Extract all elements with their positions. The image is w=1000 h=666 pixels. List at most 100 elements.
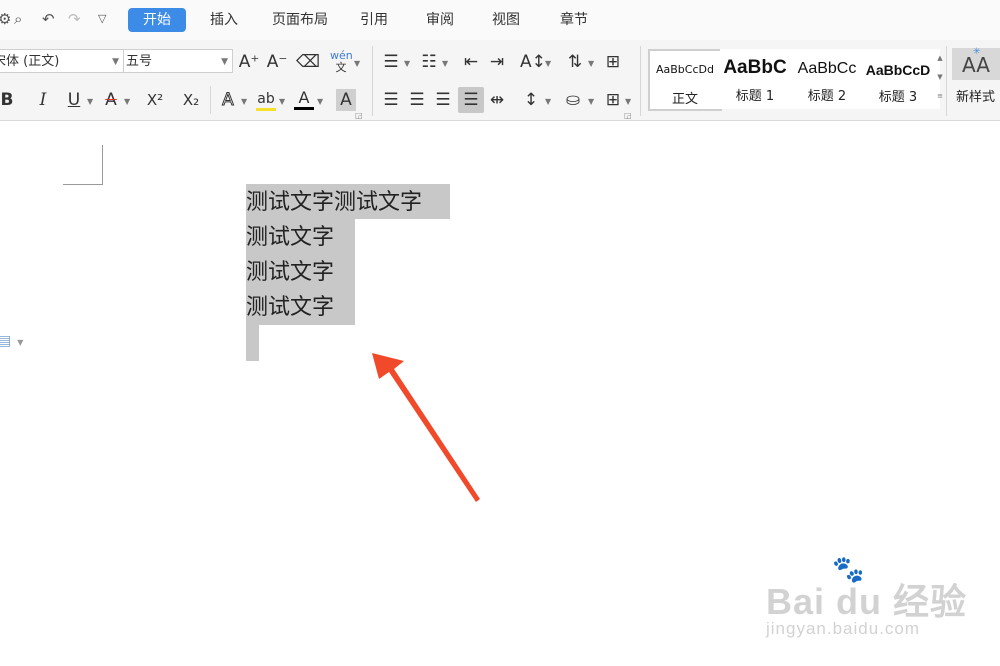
print-preview-icon[interactable]: ⌕	[14, 10, 22, 28]
style-heading-3[interactable]: AaBbCcD 标题 3	[863, 49, 933, 109]
shrink-font-button[interactable]: A⁻	[266, 50, 288, 74]
font-size-value: 五号	[126, 54, 153, 69]
line-spacing-button[interactable]: ↕	[520, 88, 542, 112]
tab-review[interactable]: 审阅	[416, 8, 464, 32]
superscript-button[interactable]: X²	[142, 88, 168, 112]
chevron-up-icon[interactable]: ▲	[937, 54, 942, 62]
text-effect-button[interactable]: A	[218, 88, 238, 112]
font-dialog-launcher-icon[interactable]: ◲	[355, 111, 363, 120]
style-heading-1[interactable]: AaBbC 标题 1	[720, 49, 790, 109]
document-canvas[interactable]: ▤ ▼ 测试文字测试文字 测试文字 测试文字 测试文字 Bai du 经验 🐾 j…	[0, 121, 1000, 666]
decrease-indent-icon: ⇤	[463, 52, 479, 72]
italic-button[interactable]: I	[34, 88, 52, 112]
font-size-select[interactable]: 五号 ▼	[123, 49, 233, 73]
chevron-down-icon[interactable]: ▼	[354, 59, 360, 68]
document-line[interactable]: 测试文字	[246, 221, 334, 254]
more-styles-icon[interactable]: ≡	[937, 92, 943, 100]
justify-button[interactable]: ☰	[458, 87, 484, 113]
character-shading-button[interactable]: A	[336, 89, 356, 111]
strikethrough-button[interactable]: A	[101, 88, 121, 112]
redo-icon[interactable]: ↷	[68, 10, 81, 28]
ribbon-toolbar: 宋体 (正文) ▼ 五号 ▼ A⁺ A⁻ ⌫ wén文 ▼ B I U ▼ A …	[0, 40, 1000, 121]
underline-button[interactable]: U	[64, 88, 84, 112]
style-preview: AaBbCc	[797, 60, 857, 77]
chevron-down-icon[interactable]: ▼	[625, 97, 631, 106]
clear-format-button[interactable]: ⌫	[296, 50, 320, 74]
tab-home[interactable]: 开始	[128, 8, 186, 32]
highlight-button[interactable]: ab	[256, 88, 276, 111]
document-line[interactable]: 测试文字测试文字	[246, 186, 422, 219]
paragraph-dialog-launcher-icon[interactable]: ◲	[624, 111, 632, 120]
gear-icon[interactable]: ⚙	[0, 10, 11, 28]
align-right-button[interactable]: ☰	[432, 88, 454, 112]
chevron-down-icon[interactable]: ▼	[545, 97, 551, 106]
chevron-down-icon[interactable]: ▼	[241, 97, 247, 106]
chevron-down-icon[interactable]: ▼	[442, 59, 448, 68]
toolbar-divider	[946, 46, 947, 116]
borders-button[interactable]: ⊞	[602, 88, 624, 112]
text-direction-button[interactable]: A↕	[520, 50, 546, 74]
columns-button[interactable]: ⊞	[602, 50, 624, 74]
chevron-down-icon[interactable]: ▼	[124, 97, 130, 106]
distributed-align-icon: ⇹	[489, 90, 505, 110]
paste-options-button[interactable]: ▤ ▼	[0, 333, 23, 349]
decrease-indent-button[interactable]: ⇤	[460, 50, 482, 74]
line-spacing-icon: ↕	[523, 90, 539, 110]
chevron-down-icon[interactable]: ▼	[937, 73, 942, 81]
chevron-down-icon: ▼	[112, 57, 119, 67]
sparkle-icon: ✳	[973, 47, 981, 57]
paw-icon: 🐾	[832, 554, 865, 584]
font-color-bar	[294, 107, 314, 110]
paragraph-shading-button[interactable]: ⛀	[562, 88, 584, 112]
distributed-align-button[interactable]: ⇹	[486, 88, 508, 112]
style-gallery-scroll[interactable]: ▲ ▼ ≡	[934, 49, 946, 109]
bold-button[interactable]: B	[0, 88, 14, 112]
menu-tab-bar: ⚙ ⌕ ↶ ↷ ▽ 开始 插入 页面布局 引用 审阅 视图 章节	[0, 0, 1000, 40]
tab-view[interactable]: 视图	[482, 8, 530, 32]
align-center-button[interactable]: ☰	[406, 88, 428, 112]
eraser-icon: ⌫	[296, 52, 321, 72]
borders-icon: ⊞	[605, 90, 621, 110]
chevron-down-icon: ▼	[17, 338, 24, 347]
numbered-list-button[interactable]: ☷	[418, 50, 440, 74]
bullet-list-icon: ☰	[383, 52, 399, 72]
chevron-down-icon[interactable]: ▼	[317, 97, 323, 106]
new-style-button[interactable]: ✳ AA 新样式	[952, 47, 1000, 112]
sort-button[interactable]: ⇅	[564, 50, 586, 74]
pinyin-char: 文	[335, 61, 347, 74]
align-left-button[interactable]: ☰	[380, 88, 402, 112]
baidu-watermark-logo: Bai du 经验	[766, 581, 968, 622]
chevron-down-icon[interactable]: ▼	[87, 97, 93, 106]
subscript-button[interactable]: X₂	[178, 88, 204, 112]
tab-references[interactable]: 引用	[350, 8, 398, 32]
chevron-down-icon[interactable]: ▼	[404, 59, 410, 68]
style-preview: AaBbCcDd	[656, 63, 714, 76]
chevron-down-icon[interactable]: ▼	[279, 97, 285, 106]
pinyin-guide-button[interactable]: wén 文	[330, 50, 353, 74]
numbered-list-icon: ☷	[421, 52, 437, 72]
undo-icon[interactable]: ↶	[42, 10, 55, 28]
font-name-value: 宋体 (正文)	[0, 54, 60, 69]
chevron-down-icon[interactable]: ▼	[545, 59, 551, 68]
document-line[interactable]: 测试文字	[246, 256, 334, 289]
tab-insert[interactable]: 插入	[200, 8, 248, 32]
grow-font-button[interactable]: A⁺	[238, 50, 260, 74]
tab-page-layout[interactable]: 页面布局	[262, 8, 338, 32]
style-heading-2[interactable]: AaBbCc 标题 2	[792, 49, 862, 109]
arrow-icon	[372, 353, 480, 502]
bullet-list-button[interactable]: ☰	[380, 50, 402, 74]
increase-indent-button[interactable]: ⇥	[486, 50, 508, 74]
font-name-select[interactable]: 宋体 (正文) ▼	[0, 49, 124, 73]
columns-icon: ⊞	[605, 52, 621, 72]
font-color-button[interactable]: A	[294, 88, 314, 110]
customize-chevron-icon[interactable]: ▽	[98, 10, 106, 28]
document-line[interactable]: 测试文字	[246, 291, 334, 324]
style-normal[interactable]: AaBbCcDd 正文	[648, 49, 722, 111]
new-style-label: 新样式	[956, 90, 996, 105]
chevron-down-icon[interactable]: ▼	[588, 59, 594, 68]
selection-highlight	[246, 325, 259, 361]
chevron-down-icon[interactable]: ▼	[588, 97, 594, 106]
margin-corner-mark	[102, 145, 103, 185]
tab-chapter[interactable]: 章节	[550, 8, 598, 32]
align-right-icon: ☰	[435, 90, 451, 110]
